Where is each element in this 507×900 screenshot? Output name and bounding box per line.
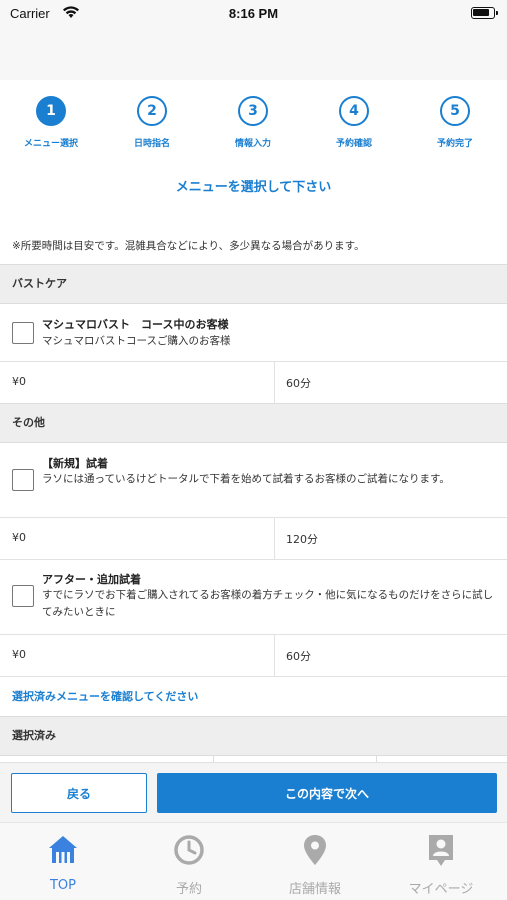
step-number: 3 xyxy=(238,96,268,126)
tab-label: マイページ xyxy=(408,882,474,897)
confirm-selected-link[interactable]: 選択済みメニューを確認してください xyxy=(12,688,198,704)
step-number: 2 xyxy=(137,96,167,126)
step-1: 1 メニュー選択 xyxy=(11,96,91,149)
menu-item-after-fitting[interactable]: アフター・追加試着 すでにラソでお下着ご購入されてるお客様の着方チェック・他に気… xyxy=(0,560,507,635)
tab-label: TOP xyxy=(49,878,76,893)
tab-store-info[interactable]: 店舗情報 xyxy=(252,823,378,900)
menu-duration: 60分 xyxy=(286,650,311,663)
step-number: 5 xyxy=(440,96,470,126)
tab-my-page[interactable]: マイページ xyxy=(378,823,504,900)
step-5: 5 予約完了 xyxy=(415,96,495,149)
location-pin-icon xyxy=(304,835,326,865)
back-button[interactable]: 戻る xyxy=(11,773,147,813)
menu-item-title: マシュマロバスト コース中のお客様 xyxy=(42,318,229,331)
step-4: 4 予約確認 xyxy=(314,96,394,149)
menu-duration: 60分 xyxy=(286,377,311,390)
menu-item-title: 【新規】試着 xyxy=(42,457,108,470)
menu-item-title: アフター・追加試着 xyxy=(42,573,141,586)
step-indicator: 1 メニュー選択 2 日時指名 3 情報入力 4 予約確認 5 予約完了 xyxy=(0,96,507,156)
battery-icon xyxy=(471,7,498,19)
status-bar: Carrier 8:16 PM xyxy=(0,0,507,28)
tab-reservation[interactable]: 予約 xyxy=(126,823,252,900)
duration-note: ※所要時間は目安です。混雑具合などにより、多少異なる場合があります。 xyxy=(12,240,365,252)
menu-price: ¥0 xyxy=(12,648,26,661)
menu-item-marshmallow-bust[interactable]: マシュマロバスト コース中のお客様 マシュマロバストコースご購入のお客様 xyxy=(0,304,507,362)
menu-price: ¥0 xyxy=(12,375,26,388)
clock-icon xyxy=(174,835,204,865)
menu-price-row: ¥0 60分 xyxy=(0,362,507,404)
section-header-selected: 選択済み xyxy=(0,716,507,756)
menu-duration: 120分 xyxy=(286,533,318,546)
step-number: 1 xyxy=(36,96,66,126)
navigation-bar xyxy=(0,28,507,80)
tab-top[interactable]: TOP xyxy=(0,823,126,900)
action-bar: 戻る この内容で次へ xyxy=(0,762,507,822)
menu-item-description: すでにラソでお下着ご購入されてるお客様の着方チェック・他に気になるものだけをさら… xyxy=(42,589,494,618)
home-icon xyxy=(49,836,77,863)
step-label: 日時指名 xyxy=(133,139,170,149)
tab-label: 店舗情報 xyxy=(288,882,341,897)
step-number: 4 xyxy=(339,96,369,126)
next-button[interactable]: この内容で次へ xyxy=(157,773,497,813)
menu-checkbox[interactable] xyxy=(12,322,34,344)
section-header-bust-care: バストケア xyxy=(0,264,507,304)
step-label: 情報入力 xyxy=(234,139,271,149)
menu-checkbox[interactable] xyxy=(12,585,34,607)
section-header-other: その他 xyxy=(0,403,507,443)
step-2: 2 日時指名 xyxy=(112,96,192,149)
page-title: メニューを選択して下さい xyxy=(175,180,332,195)
step-3: 3 情報入力 xyxy=(213,96,293,149)
menu-price-row: ¥0 120分 xyxy=(0,518,507,560)
menu-item-description: マシュマロバストコースご購入のお客様 xyxy=(42,335,231,347)
step-label: 予約確認 xyxy=(335,139,372,149)
menu-checkbox[interactable] xyxy=(12,469,34,491)
tab-bar: TOP 予約 店舗情報 マイページ xyxy=(0,822,507,900)
contact-card-icon xyxy=(429,835,453,866)
step-label: 予約完了 xyxy=(436,139,473,149)
tab-label: 予約 xyxy=(175,882,202,897)
menu-price: ¥0 xyxy=(12,531,26,544)
step-label: メニュー選択 xyxy=(23,139,78,149)
menu-price-row: ¥0 60分 xyxy=(0,635,507,677)
status-time: 8:16 PM xyxy=(228,6,279,21)
menu-item-description: ラソには通っているけどトータルで下着を始めて試着するお客様のご試着になります。 xyxy=(42,473,450,485)
menu-item-new-fitting[interactable]: 【新規】試着 ラソには通っているけどトータルで下着を始めて試着するお客様のご試着… xyxy=(0,443,507,518)
